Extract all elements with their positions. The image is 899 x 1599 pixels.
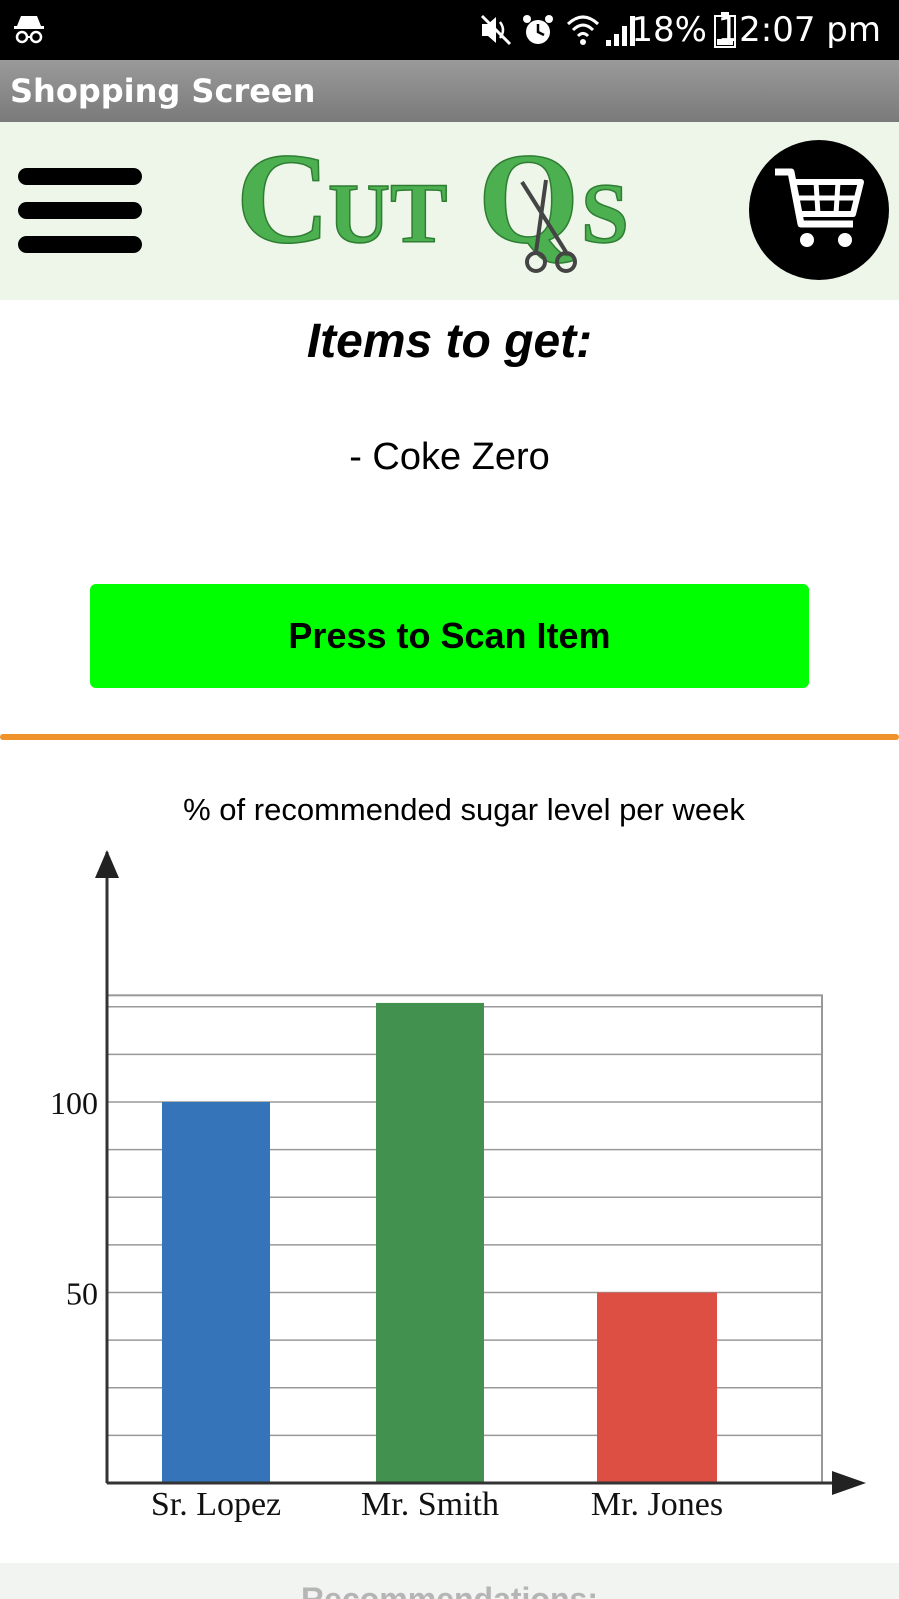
recommendations-label: Recommendations: (301, 1581, 598, 1599)
y-tick-label: 100 (50, 1085, 98, 1121)
svg-text:S: S (581, 165, 629, 261)
list-item: - Coke Zero (349, 436, 550, 478)
hamburger-menu-icon[interactable] (10, 156, 150, 256)
x-tick-label: Mr. Smith (361, 1486, 499, 1523)
y-axis-arrow (95, 850, 119, 878)
shopping-cart-icon[interactable] (749, 140, 889, 280)
alarm-icon (520, 12, 556, 52)
sugar-level-bar-chart: % of recommended sugar level per week Sr… (50, 792, 866, 1523)
y-tick-label: 50 (66, 1276, 98, 1312)
bar-sr-lopez (162, 1102, 270, 1483)
app-title: Shopping Screen (10, 72, 316, 110)
bar-mr-smith (376, 1002, 484, 1483)
mute-icon (478, 12, 514, 52)
incognito-icon (12, 12, 46, 50)
items-to-get-heading: Items to get: (306, 315, 593, 368)
section-divider (0, 734, 899, 740)
x-tick-label: Mr. Jones (591, 1486, 723, 1523)
battery-percentage: 18% (631, 10, 707, 50)
cutqs-logo: C UT Q S (235, 126, 676, 297)
x-axis-arrow (832, 1471, 866, 1495)
clock-time: 12:07 pm (717, 10, 882, 50)
chart-title: % of recommended sugar level per week (183, 792, 745, 827)
svg-text:UT: UT (328, 165, 447, 261)
scan-item-button[interactable]: Press to Scan Item (90, 584, 809, 688)
x-tick-label: Sr. Lopez (151, 1486, 281, 1523)
recommendations-section: Recommendations: (0, 1563, 899, 1599)
app-title-bar: Shopping Screen (0, 60, 899, 122)
status-bar: 18% 12:07 pm (0, 0, 899, 60)
wifi-icon (566, 12, 600, 52)
svg-text:C: C (236, 132, 330, 271)
bar-mr-jones (597, 1292, 717, 1483)
